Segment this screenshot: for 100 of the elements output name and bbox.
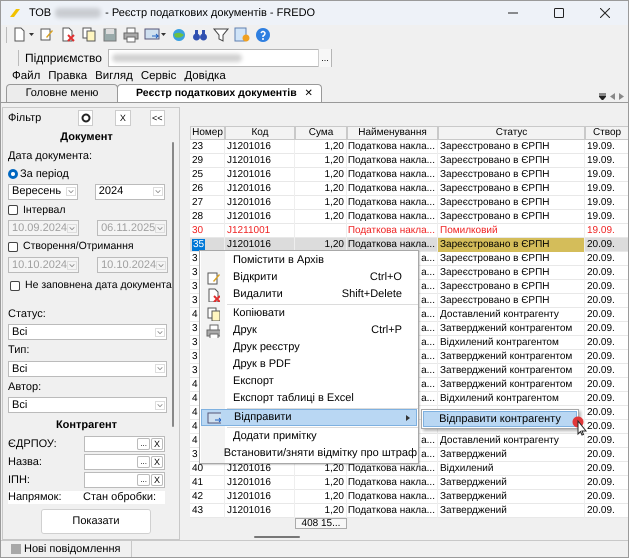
browse-button[interactable]: ...: [137, 456, 150, 468]
table-cell: 20.09.: [587, 309, 615, 321]
table-cell: 25: [192, 169, 204, 181]
menu-item[interactable]: Відправити контрагенту: [423, 411, 577, 427]
table-cell: Податкова накла...: [348, 477, 435, 489]
table-cell: J1201016: [227, 183, 271, 195]
tab[interactable]: Головне меню: [6, 84, 118, 102]
table-cell: 29: [192, 155, 204, 167]
dropdown[interactable]: Вересень: [8, 184, 78, 200]
tab[interactable]: Реєстр податкових документів ✕: [117, 84, 322, 102]
menu-item[interactable]: Експорт: [201, 373, 417, 390]
table-cell: 1,20: [324, 463, 344, 475]
dropdown[interactable]: Всі: [8, 324, 167, 340]
menu-item[interactable]: Видалити Shift+Delete: [201, 286, 417, 303]
field-label: Напрямок:: [8, 490, 63, 505]
table-cell: J1201016: [227, 491, 271, 503]
table-cell: 20.09.: [587, 407, 615, 419]
table-cell: Зареєстровано в ЄРПН: [440, 267, 550, 279]
table-cell: 30: [192, 225, 204, 237]
menu-item[interactable]: Сервіс: [140, 68, 176, 86]
dropdown[interactable]: 2024: [94, 184, 166, 200]
menu-item[interactable]: Файл: [12, 68, 40, 86]
show-button[interactable]: Показати: [41, 508, 151, 534]
menu-item[interactable]: Друк реєстру: [201, 339, 417, 356]
table-cell: 20.09.: [587, 491, 615, 503]
menu-item[interactable]: Додати примітку: [201, 428, 417, 445]
collapse-button[interactable]: <<: [150, 110, 165, 126]
menu-item[interactable]: Друк Ctrl+P: [201, 322, 417, 339]
table-cell: Податкова накла...: [348, 505, 435, 517]
table-cell: Податкова накла...: [348, 491, 435, 503]
menu-item[interactable]: Довідка: [184, 68, 226, 86]
menu-item[interactable]: Копіювати: [201, 305, 417, 322]
table-cell: 43: [192, 505, 204, 517]
clear-button[interactable]: X: [150, 456, 163, 468]
clear-button[interactable]: X: [150, 474, 163, 486]
table-cell: Податкова накла...: [348, 211, 435, 223]
table-cell: Зареєстровано в ЄРПН: [440, 169, 550, 181]
menu-item[interactable]: Правка: [48, 68, 88, 86]
column-header[interactable]: Номер: [190, 126, 225, 140]
table-cell: Зареєстровано в ЄРПН: [440, 253, 550, 265]
input-field[interactable]: ... X: [84, 472, 165, 488]
table-cell: 3: [192, 449, 198, 461]
menu-item[interactable]: Відкрити Ctrl+O: [201, 269, 417, 286]
column-header[interactable]: Найменування: [347, 126, 438, 140]
input-field[interactable]: ... X: [84, 436, 165, 452]
table-cell: Зареєстровано в ЄРПН: [440, 281, 550, 293]
input-field[interactable]: ... X: [84, 454, 165, 470]
table-cell: 19.09.: [587, 141, 615, 153]
browse-button[interactable]: ...: [137, 438, 150, 450]
clear-filter-button[interactable]: X: [115, 110, 131, 126]
table-cell: а...: [421, 379, 435, 391]
table-cell: Податкова накла...: [348, 463, 435, 475]
table-cell: Затверджений: [440, 477, 507, 489]
dropdown[interactable]: Всі: [8, 397, 167, 414]
menu-item[interactable]: Помістити в Архів: [201, 252, 417, 269]
table-cell: Затверджений: [440, 505, 507, 517]
table-cell: 20.09.: [587, 253, 615, 265]
menu-item[interactable]: Відправити: [201, 409, 417, 426]
menu-item[interactable]: Експорт таблиці в Excel: [201, 390, 417, 407]
table-cell: Податкова накла...: [348, 155, 435, 167]
menu-item[interactable]: Вигляд: [95, 68, 133, 86]
table-cell: Затверджений: [440, 491, 507, 503]
table-cell: 20.09.: [587, 435, 615, 447]
table-cell: 1,20: [324, 169, 344, 181]
column-header[interactable]: Статус: [438, 126, 585, 140]
table-cell: J1201016: [227, 463, 271, 475]
column-header[interactable]: Код: [225, 126, 295, 140]
table-cell: 20.09.: [587, 421, 615, 433]
menu-item[interactable]: Друк в PDF: [201, 356, 417, 373]
close-tab-button[interactable]: ✕: [304, 86, 313, 101]
table-cell: 1,20: [324, 211, 344, 223]
dropdown[interactable]: Всі: [8, 360, 167, 377]
table-cell: 19.09.: [587, 197, 615, 209]
shortcut-text: Shift+Delete: [342, 287, 402, 302]
column-header[interactable]: Створ: [585, 126, 628, 140]
table-cell: Податкова накла...: [348, 225, 435, 237]
table-cell: Доставлений контрагенту: [440, 309, 559, 321]
column-header[interactable]: Сума: [295, 126, 347, 140]
table-cell: 20.09.: [587, 323, 615, 335]
field-label: Тип:: [8, 343, 30, 358]
browse-button[interactable]: ...: [318, 49, 331, 67]
table-cell: Відхилений контрагентом: [440, 337, 559, 349]
table-cell: J1201016: [227, 169, 271, 181]
field-label: Автор:: [8, 380, 42, 395]
menu-item[interactable]: Встановити/зняти відмітку про штраф: [201, 445, 417, 462]
table-cell: 20.09.: [587, 505, 615, 517]
table-cell: а...: [421, 323, 435, 335]
table-cell: 20.09.: [587, 477, 615, 489]
table-cell: Зареєстровано в ЄРПН: [440, 239, 550, 251]
table-cell: 4: [192, 407, 198, 419]
browse-button[interactable]: ...: [137, 474, 150, 486]
table-cell: 1,20: [324, 491, 344, 503]
table-cell: Зареєстровано в ЄРПН: [440, 141, 550, 153]
clear-button[interactable]: X: [150, 438, 163, 450]
table-cell: Затверджений контрагентом: [440, 323, 572, 335]
table-cell: 26: [192, 183, 204, 195]
table-cell: 1,20: [324, 155, 344, 167]
table-cell: Зареєстровано в ЄРПН: [440, 197, 550, 209]
window-title-prefix: ТОВ: [29, 6, 52, 21]
table-cell: 1,20: [324, 239, 344, 251]
